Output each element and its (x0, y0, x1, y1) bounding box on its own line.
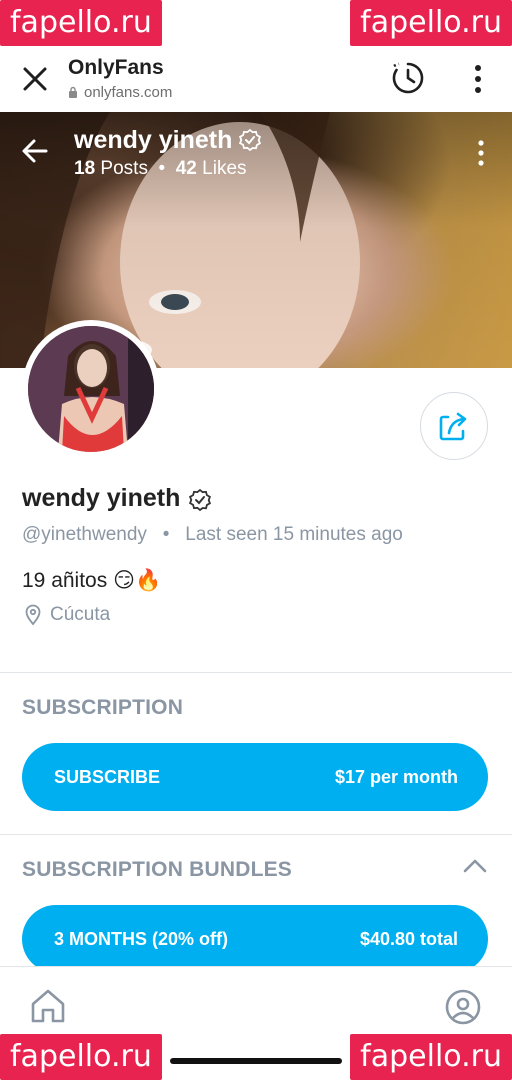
profile-name: wendy yineth (22, 484, 181, 512)
subscription-title: SUBSCRIPTION (22, 696, 184, 719)
avatar (28, 326, 154, 452)
verified-badge-icon (188, 488, 212, 512)
watermark-bottom-right: fapello.ru (350, 1034, 512, 1080)
menu-dots-icon[interactable] (470, 64, 486, 94)
profile-icon[interactable] (444, 988, 482, 1026)
subscribe-price: $17 per month (334, 767, 458, 787)
browser-url-text: onlyfans.com (84, 84, 173, 101)
bundle-price: $40.80 total (359, 929, 458, 949)
bundles-title: SUBSCRIPTION BUNDLES (22, 858, 293, 881)
posts-label: Posts (100, 158, 148, 179)
browser-site-title: OnlyFans (68, 56, 164, 79)
browser-url: onlyfans.com (68, 84, 172, 101)
location-text: Cúcuta (50, 604, 111, 625)
divider (0, 672, 512, 673)
watermark-top-right: fapello.ru (350, 0, 512, 46)
home-indicator (170, 1058, 342, 1064)
posts-count: 18 (74, 158, 96, 179)
share-icon (439, 412, 467, 441)
likes-label: Likes (202, 158, 247, 179)
likes-count: 42 (175, 158, 197, 179)
stats-separator: • (158, 158, 166, 179)
profile-handle: @yinethwendy (22, 524, 147, 545)
avatar-frame[interactable] (22, 320, 160, 458)
watermark-top-left: fapello.ru (0, 0, 162, 46)
divider (0, 834, 512, 835)
handle-line: @yinethwendy • Last seen 15 minutes ago (22, 524, 403, 546)
share-button[interactable] (420, 392, 488, 460)
bundle-label: 3 MONTHS (20% off) (54, 929, 229, 949)
verified-badge-icon (238, 128, 262, 152)
last-seen: Last seen 15 minutes ago (185, 524, 403, 545)
lock-icon (69, 86, 77, 98)
chevron-up-icon[interactable] (462, 858, 488, 874)
cover-stats: 18 Posts • 42 Likes (74, 158, 247, 180)
subscribe-label: SUBSCRIBE (54, 767, 161, 787)
back-arrow-icon[interactable] (20, 136, 50, 166)
profile-location: Cúcuta (22, 604, 110, 626)
handle-separator: • (162, 524, 170, 545)
home-icon[interactable] (28, 986, 68, 1026)
bundle-3-months-button[interactable]: 3 MONTHS (20% off) $40.80 total (22, 905, 488, 973)
avatar-illustration (28, 326, 154, 452)
profile-menu-icon[interactable] (476, 140, 486, 166)
profile-bio: 19 añitos 😏🔥 (22, 569, 162, 592)
subscribe-button[interactable]: SUBSCRIBE $17 per month (22, 743, 488, 811)
cover-profile-name: wendy yineth (74, 126, 233, 154)
history-icon[interactable] (390, 60, 426, 96)
close-icon[interactable] (18, 62, 52, 96)
watermark-bottom-left: fapello.ru (0, 1034, 162, 1080)
